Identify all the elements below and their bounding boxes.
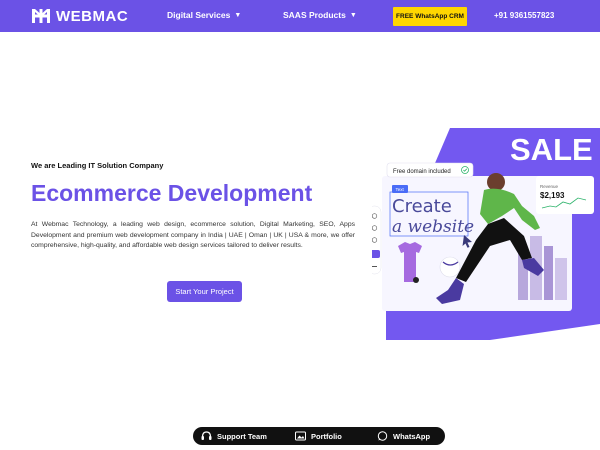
domain-badge-label: Free domain included xyxy=(393,169,451,175)
chevron-down-icon: ▼ xyxy=(234,11,242,19)
chevron-down-icon: ▼ xyxy=(349,11,357,19)
brand-logo[interactable]: WEBMAC xyxy=(31,7,128,25)
whatsapp-icon xyxy=(377,431,388,441)
support-team-link[interactable]: Support Team xyxy=(201,431,267,441)
nav-digital-services[interactable]: Digital Services ▼ xyxy=(167,10,241,20)
start-project-button[interactable]: Start Your Project xyxy=(167,281,242,302)
active-tool-icon xyxy=(372,250,380,258)
bottom-contact-bar: Support Team Portfolio WhatsApp xyxy=(193,427,445,445)
add-to-cart-icon xyxy=(413,277,419,283)
text-tag-label: Text xyxy=(396,187,405,192)
ball-icon xyxy=(439,256,461,278)
support-team-label: Support Team xyxy=(217,431,267,441)
more-icon xyxy=(372,266,377,267)
revenue-label: Revenue xyxy=(540,184,559,189)
create-text: Create xyxy=(392,196,452,217)
a-website-text: a website xyxy=(392,217,474,237)
logo-mark-icon xyxy=(32,9,50,23)
free-whatsapp-crm-button[interactable]: FREE WhatsApp CRM xyxy=(393,7,467,26)
hero-description: At Webmac Technology, a leading web desi… xyxy=(31,221,355,249)
hero-eyebrow: We are Leading IT Solution Company xyxy=(31,161,164,170)
sale-text: SALE xyxy=(510,132,593,167)
portfolio-label: Portfolio xyxy=(311,431,342,441)
whatsapp-link[interactable]: WhatsApp xyxy=(377,431,430,441)
hero-illustration: SALE Free domain included Text Create a … xyxy=(372,128,600,340)
hero-title: Ecommerce Development xyxy=(31,180,313,206)
portfolio-link[interactable]: Portfolio xyxy=(295,431,342,441)
nav-digital-services-label: Digital Services xyxy=(167,10,231,20)
nav-saas-products[interactable]: SAAS Products ▼ xyxy=(283,10,357,20)
portfolio-icon xyxy=(295,431,306,441)
headset-icon xyxy=(201,431,212,440)
top-navbar: WEBMAC Digital Services ▼ SAAS Products … xyxy=(0,0,600,32)
revenue-value: $2,193 xyxy=(540,191,565,200)
whatsapp-label: WhatsApp xyxy=(393,431,431,441)
nav-saas-products-label: SAAS Products xyxy=(283,10,346,20)
brand-name: WEBMAC xyxy=(56,7,129,25)
phone-link[interactable]: +91 9361557823 xyxy=(494,11,554,20)
